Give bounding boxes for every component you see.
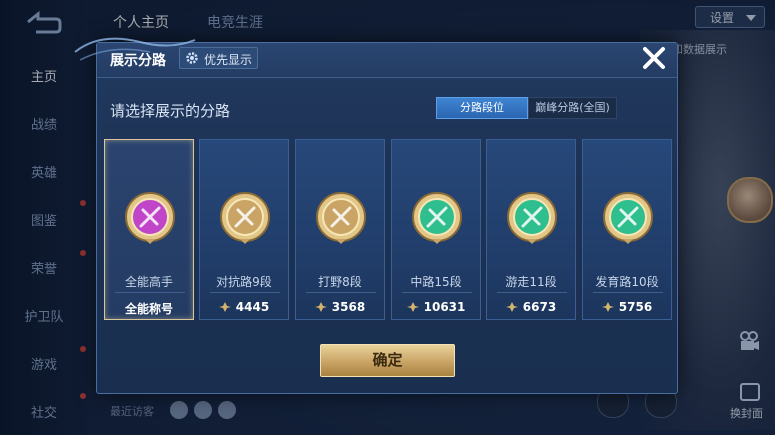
dialog-subtitle: 请选择展示的分路 <box>110 102 231 120</box>
rank-points-icon <box>314 302 327 312</box>
priority-display-button[interactable]: 优先显示 <box>179 47 258 69</box>
rank-points-icon <box>601 302 614 312</box>
confirm-button[interactable]: 确定 <box>320 344 455 377</box>
lane-score-value: 5756 <box>618 300 653 314</box>
rank-points-icon <box>218 302 231 312</box>
divider <box>497 292 567 293</box>
lane-emblem-icon <box>125 192 175 244</box>
gear-icon <box>186 52 198 64</box>
lane-name: 发育路10段 <box>595 275 659 289</box>
divider <box>115 292 185 293</box>
lane-score-value: 6673 <box>522 300 557 314</box>
lane-score-value: 全能称号 <box>124 302 173 316</box>
rank-points-icon <box>505 302 518 312</box>
lane-card-mid[interactable]: 中路15段 10631 <box>391 139 481 320</box>
lane-card-roam[interactable]: 游走11段 6673 <box>486 139 576 320</box>
lane-card-clash[interactable]: 对抗路9段 4445 <box>199 139 289 320</box>
divider <box>402 292 472 293</box>
lane-score: 全能称号 <box>105 300 193 317</box>
lane-score: 4445 <box>200 300 288 314</box>
tab-peak-lane[interactable]: 巅峰分路(全国) <box>528 97 617 119</box>
tab-lane-rank[interactable]: 分路段位 <box>436 97 528 119</box>
lane-emblem-icon <box>220 192 270 244</box>
lane-name: 打野8段 <box>318 275 362 289</box>
dialog-title: 展示分路 <box>110 53 166 69</box>
lane-score-value: 4445 <box>235 300 270 314</box>
lane-name: 全能高手 <box>124 275 173 289</box>
divider <box>306 292 376 293</box>
priority-display-label: 优先显示 <box>204 53 253 67</box>
lane-score-value: 3568 <box>331 300 366 314</box>
lane-name: 游走11段 <box>505 275 557 289</box>
rank-points-icon <box>406 302 419 312</box>
divider <box>593 292 663 293</box>
lane-name: 对抗路9段 <box>216 275 272 289</box>
lane-score: 3568 <box>296 300 384 314</box>
lane-emblem-icon <box>507 192 557 244</box>
lane-score: 6673 <box>487 300 575 314</box>
lane-score: 5756 <box>583 300 671 314</box>
lane-card-all-round[interactable]: 全能高手 全能称号 <box>104 139 194 320</box>
divider <box>210 292 280 293</box>
close-icon[interactable] <box>640 44 668 72</box>
lane-emblem-icon <box>412 192 462 244</box>
lane-card-jungle[interactable]: 打野8段 3568 <box>295 139 385 320</box>
lane-emblem-icon <box>316 192 366 244</box>
lane-score: 10631 <box>392 300 480 314</box>
lane-card-farm[interactable]: 发育路10段 5756 <box>582 139 672 320</box>
lane-name: 中路15段 <box>410 275 462 289</box>
lane-emblem-icon <box>603 192 653 244</box>
lane-score-value: 10631 <box>423 300 466 314</box>
